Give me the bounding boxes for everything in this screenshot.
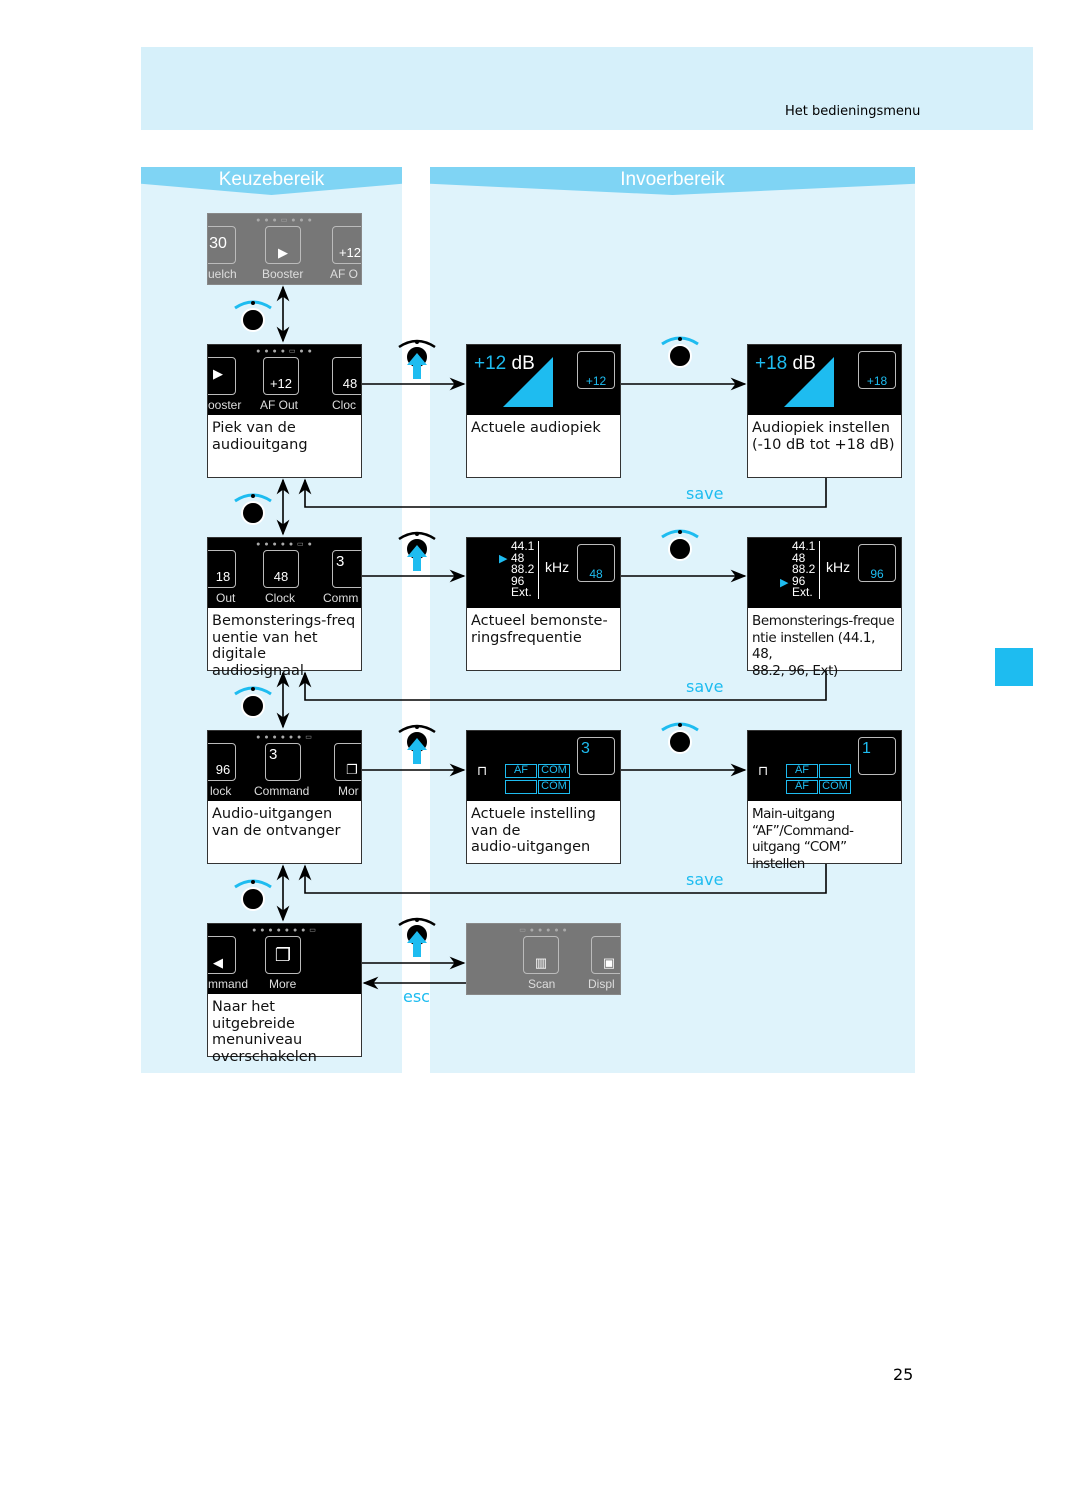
save-label: save xyxy=(686,870,724,889)
more-icon: ❐ xyxy=(334,743,361,781)
menu-label: Comm xyxy=(323,591,359,605)
box-description: Actuele audiopiek xyxy=(471,420,601,436)
menu-description: Audio-uitgangen van de ontvanger xyxy=(212,806,341,839)
menu-label: Displ xyxy=(588,977,615,991)
output-cell xyxy=(819,764,851,778)
output-cell: COM xyxy=(538,764,570,778)
peak-unit: dB xyxy=(792,353,816,374)
rotate-knob-icon xyxy=(661,529,699,561)
menu-description: Naar het uitgebreide menuniveau overscha… xyxy=(212,999,317,1065)
output-cell: AF xyxy=(786,764,818,778)
rotate-knob-icon xyxy=(234,493,272,525)
af-out-icon: 18 xyxy=(208,550,236,588)
box-description: Actuele instelling van de audio-uitgange… xyxy=(471,806,596,855)
booster-icon: ▶ xyxy=(265,226,301,264)
save-label: save xyxy=(686,677,724,696)
option: Ext. xyxy=(792,585,813,599)
menu-label: Command xyxy=(254,784,310,798)
squelch-icon: 30 xyxy=(208,226,236,264)
booster-icon: ▶ xyxy=(208,357,236,395)
peak-unit: dB xyxy=(511,353,535,374)
sample-rate-options: 44.1 48 88.2 96 Ext. xyxy=(511,540,540,599)
selection-marker-icon: ▶ xyxy=(780,577,789,589)
menu-label: More xyxy=(269,977,297,991)
clock-icon: 48 xyxy=(332,357,361,395)
af-out-icon: +12 xyxy=(332,226,361,264)
menu-label: Scan xyxy=(528,977,556,991)
menu-description: Piek van de audiouitgang xyxy=(212,420,308,453)
output-cell: AF xyxy=(505,764,537,778)
extended-menu-screen[interactable]: ▭ ● ● ● ● ● ▥ ▣ Scan Displ xyxy=(466,923,621,995)
output-jack-icon: ⊓ xyxy=(758,763,769,778)
box-description: Main-uitgang “AF”/Command- uitgang “COM”… xyxy=(752,806,854,872)
menu-screen-previous: ● ● ● ▭ ● ● ● 30 ▶ +12 uelch Booster AF … xyxy=(207,213,362,285)
output-cell: COM xyxy=(819,780,851,794)
peak-value: +12 xyxy=(474,353,507,374)
save-label: save xyxy=(686,484,724,503)
rotate-knob-icon xyxy=(234,879,272,911)
current-audio-outputs: AF COM COM ⊓ 3 Actuele instelling van de… xyxy=(466,730,621,864)
rotate-knob-icon xyxy=(234,686,272,718)
menu-label: ooster xyxy=(208,398,242,412)
command-icon: ◀ xyxy=(208,936,236,974)
menu-label: Booster xyxy=(262,267,304,281)
menu-label: AF O xyxy=(330,267,359,281)
box-description: Bemonsterings-freque ntie instellen (44.… xyxy=(752,613,895,679)
clock-badge: 48 xyxy=(577,544,615,582)
command-badge: 3 xyxy=(577,737,615,775)
output-cell xyxy=(505,780,537,794)
command-icon: 3 xyxy=(332,550,361,588)
rotate-knob-icon xyxy=(234,300,272,332)
option: Ext. xyxy=(511,585,532,599)
esc-label: esc xyxy=(403,987,430,1006)
output-jack-icon: ⊓ xyxy=(477,763,488,778)
more-icon: ❐ xyxy=(265,936,301,974)
current-audio-peak: +12 dB +12 Actuele audiopiek xyxy=(466,344,621,478)
menu-label: Mor xyxy=(338,784,359,798)
press-knob-icon xyxy=(398,531,436,571)
menu-description: Bemonsterings-freq uentie van het digita… xyxy=(212,613,356,679)
menu-label: Cloc xyxy=(332,398,357,412)
sample-rate-options: 44.1 48 88.2 96 Ext. xyxy=(792,540,821,599)
peak-value: +18 xyxy=(755,353,788,374)
clock-icon: 48 xyxy=(263,550,299,588)
set-sample-rate[interactable]: 44.1 48 88.2 96 Ext. ▶ kHz 96 Bemonsterings-… xyxy=(747,537,902,679)
set-audio-peak[interactable]: +18 dB +18 Audiopiek instellen (-10 dB t… xyxy=(747,344,902,478)
menu-label: Clock xyxy=(265,591,296,605)
rotate-knob-icon xyxy=(661,722,699,754)
af-out-badge: +18 xyxy=(858,351,896,389)
af-out-icon: +12 xyxy=(263,357,299,395)
press-knob-icon xyxy=(398,917,436,957)
menu-item-af-out[interactable]: ● ● ● ● ▭ ● ● ▶ +12 48 ooster AF Out Clo… xyxy=(207,344,362,478)
rotate-knob-icon xyxy=(661,336,699,368)
set-audio-outputs[interactable]: AF AF COM ⊓ 1 Main-uitgang “AF”/Command-… xyxy=(747,730,902,872)
unit: kHz xyxy=(545,559,570,575)
menu-label: Out xyxy=(216,591,236,605)
command-icon: 3 xyxy=(265,743,301,781)
clock-icon: 96 xyxy=(208,743,236,781)
menu-label: lock xyxy=(210,784,232,798)
clock-badge: 96 xyxy=(858,544,896,582)
menu-item-more[interactable]: ● ● ● ● ● ● ● ▭ ◀ ❐ mmand More Naar het … xyxy=(207,923,362,1065)
scan-icon: ▥ xyxy=(523,936,559,974)
press-knob-icon xyxy=(398,339,436,379)
unit: kHz xyxy=(826,559,851,575)
menu-label: mmand xyxy=(208,977,249,991)
press-knob-icon xyxy=(398,724,436,764)
current-sample-rate: 44.1 48 88.2 96 Ext. ▶ kHz 48 Actueel bemons… xyxy=(466,537,621,671)
box-description: Audiopiek instellen (-10 dB tot +18 dB) xyxy=(752,420,895,453)
output-cell: AF xyxy=(786,780,818,794)
display-icon: ▣ xyxy=(591,936,620,974)
menu-item-clock[interactable]: ● ● ● ● ● ▭ ● 18 48 3 Out Clock Comm Bem… xyxy=(207,537,362,679)
af-out-badge: +12 xyxy=(577,351,615,389)
menu-item-command[interactable]: ● ● ● ● ● ● ▭ 96 3 ❐ lock Command Mor Au… xyxy=(207,730,362,864)
selection-marker-icon: ▶ xyxy=(499,553,508,565)
menu-label: AF Out xyxy=(260,398,299,412)
box-description: Actueel bemonste- ringsfrequentie xyxy=(471,613,608,646)
command-badge: 1 xyxy=(858,737,896,775)
menu-label: uelch xyxy=(208,267,237,281)
output-cell: COM xyxy=(538,780,570,794)
